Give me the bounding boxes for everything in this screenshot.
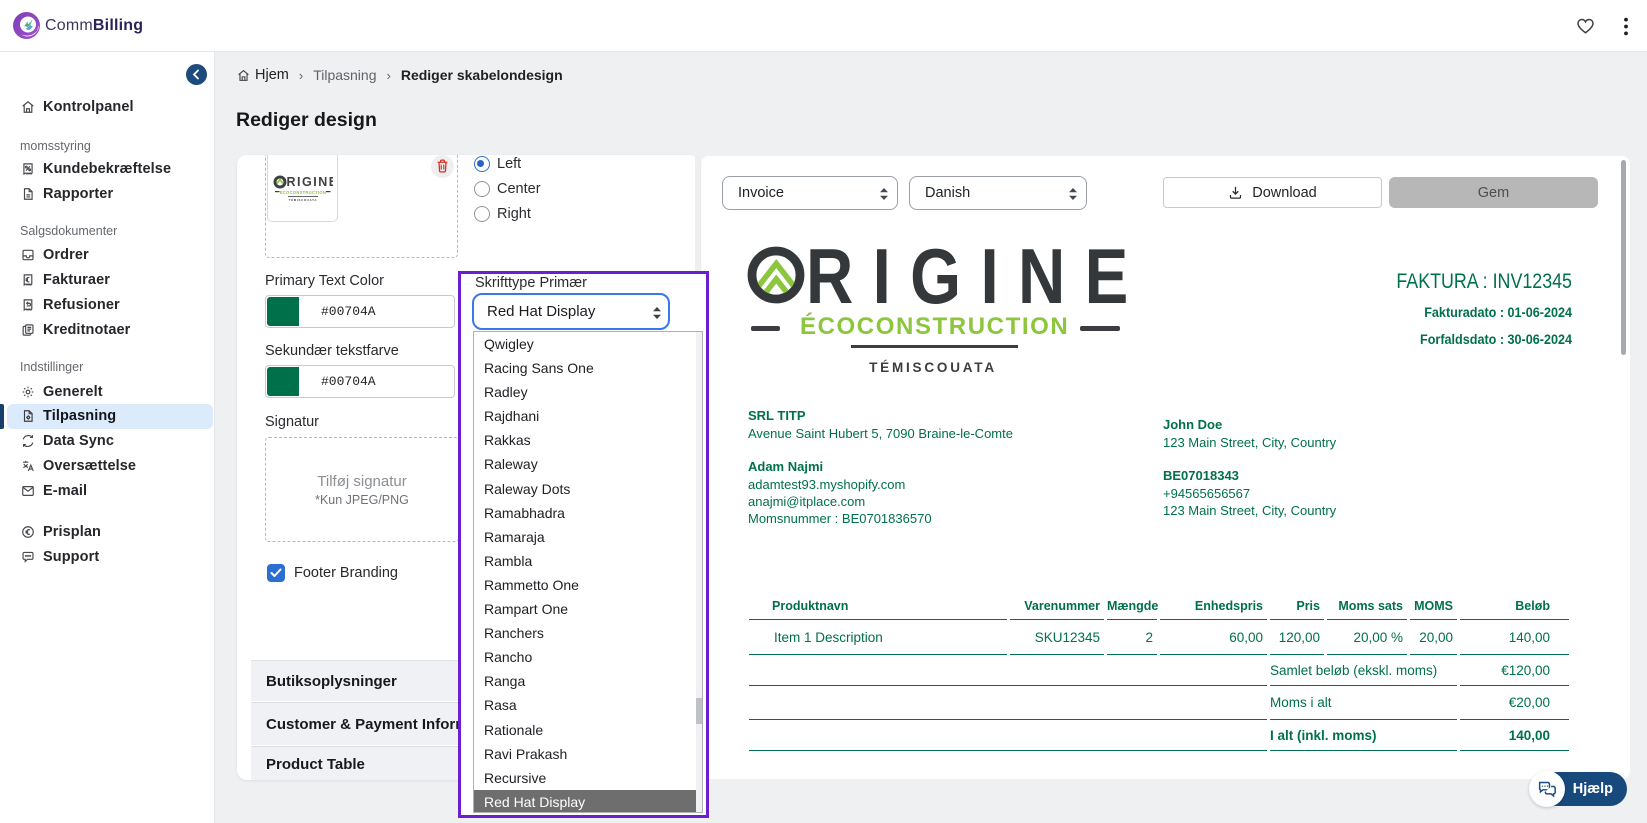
svg-text:TÉMISCOUATA: TÉMISCOUATA [289,197,317,202]
svg-text:ECOCONSTRUCTION: ECOCONSTRUCTION [280,190,326,195]
svg-text:RIGINE: RIGINE [287,175,334,189]
